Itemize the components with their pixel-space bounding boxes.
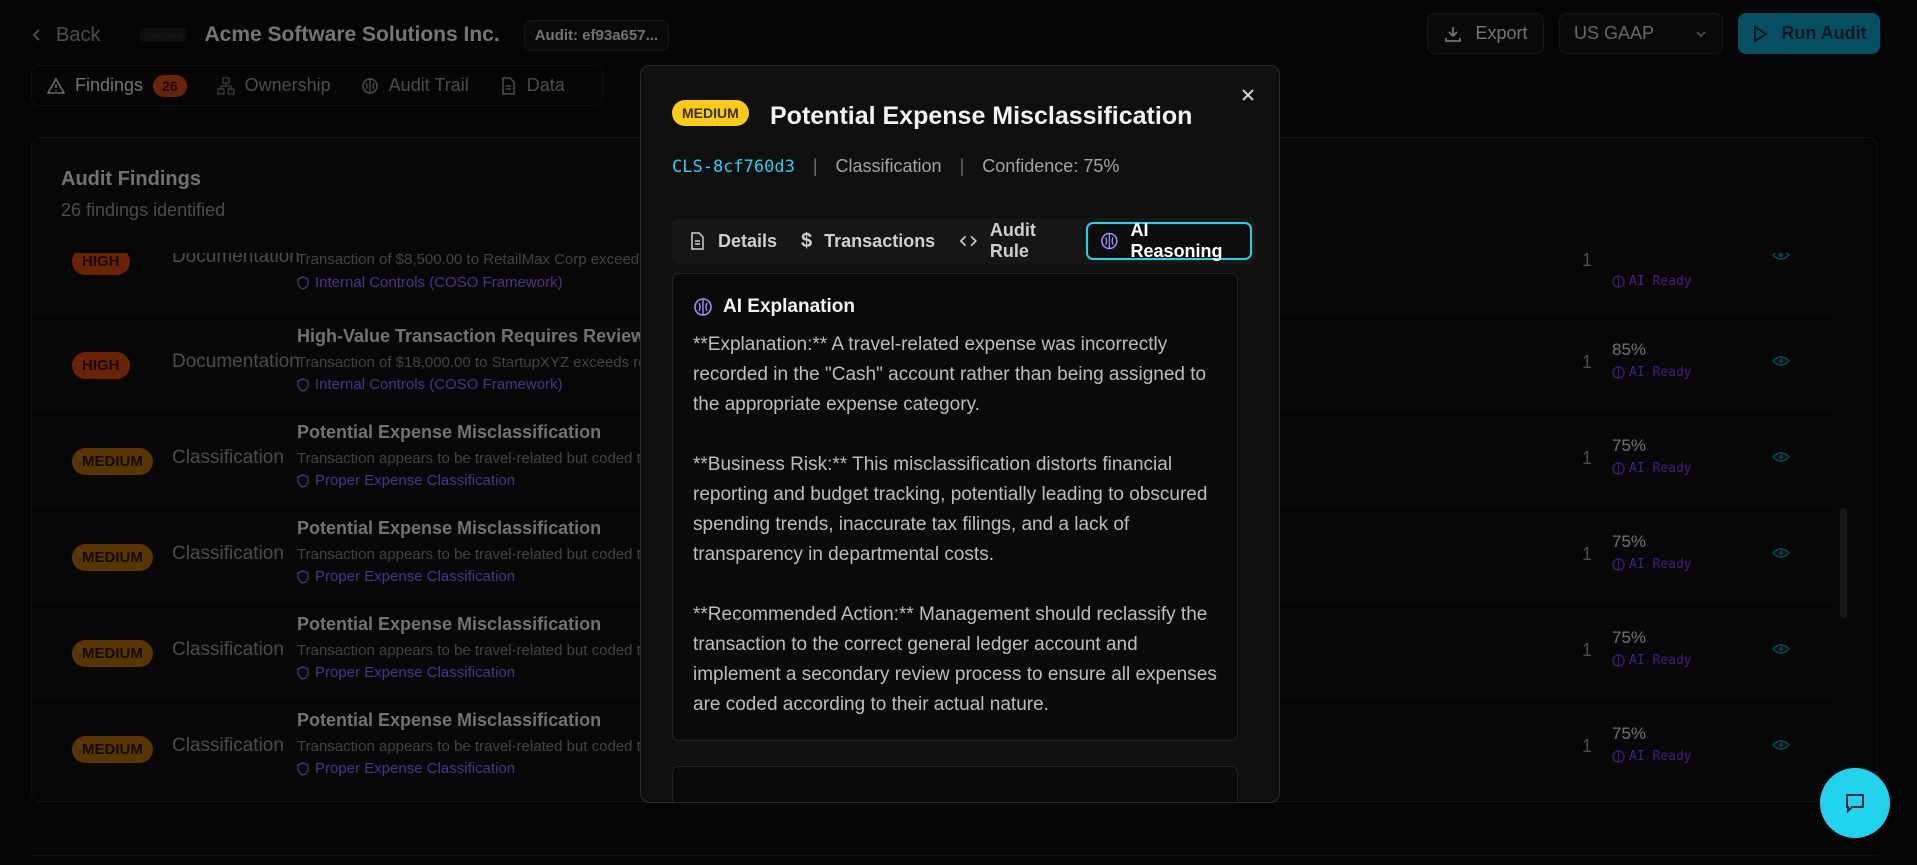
meta-separator: |	[959, 156, 965, 176]
tab-audit-rule-label: Audit Rule	[989, 220, 1036, 261]
brain-icon	[694, 298, 712, 316]
modal-meta: CLS-8cf760d3 | Classification | Confiden…	[672, 156, 1119, 177]
ai-explanation-header: AI Explanation	[693, 296, 1217, 318]
modal-title: Potential Expense Misclassification	[770, 102, 1193, 130]
finding-id: CLS-8cf760d3	[672, 156, 795, 177]
brain-icon	[1100, 232, 1118, 250]
tab-audit-rule[interactable]: Audit Rule	[947, 220, 1086, 261]
ai-explanation-title: AI Explanation	[723, 296, 855, 317]
tab-transactions-label: Transactions	[824, 230, 936, 251]
next-section-panel	[672, 766, 1238, 802]
explanation-paragraph: **Explanation:** A travel-related expens…	[693, 334, 1207, 415]
modal-severity-badge: MEDIUM	[672, 100, 749, 126]
tab-ai-reasoning[interactable]: AI Reasoning	[1085, 220, 1252, 261]
document-icon	[691, 232, 704, 250]
recommended-action-paragraph: **Recommended Action:** Management shoul…	[693, 604, 1217, 715]
close-icon[interactable]	[1237, 84, 1259, 106]
tab-details-label: Details	[718, 230, 778, 251]
finding-category: Classification	[835, 156, 942, 176]
modal-tabs: Details $ Transactions Audit Rule AI Rea…	[672, 218, 1256, 264]
finding-confidence: Confidence: 75%	[982, 156, 1120, 176]
chat-button[interactable]	[1820, 768, 1890, 838]
business-risk-paragraph: **Business Risk:** This misclassificatio…	[693, 454, 1208, 565]
tab-details[interactable]: Details	[676, 222, 789, 260]
dollar-icon: $	[801, 229, 813, 252]
code-icon	[959, 235, 978, 247]
finding-detail-modal: MEDIUM Potential Expense Misclassificati…	[640, 65, 1280, 803]
tab-ai-reasoning-label: AI Reasoning	[1130, 220, 1223, 261]
meta-separator: |	[812, 156, 818, 176]
tab-transactions[interactable]: $ Transactions	[789, 222, 947, 260]
chat-icon	[1846, 794, 1864, 814]
ai-explanation-panel: AI Explanation **Explanation:** A travel…	[672, 273, 1238, 741]
